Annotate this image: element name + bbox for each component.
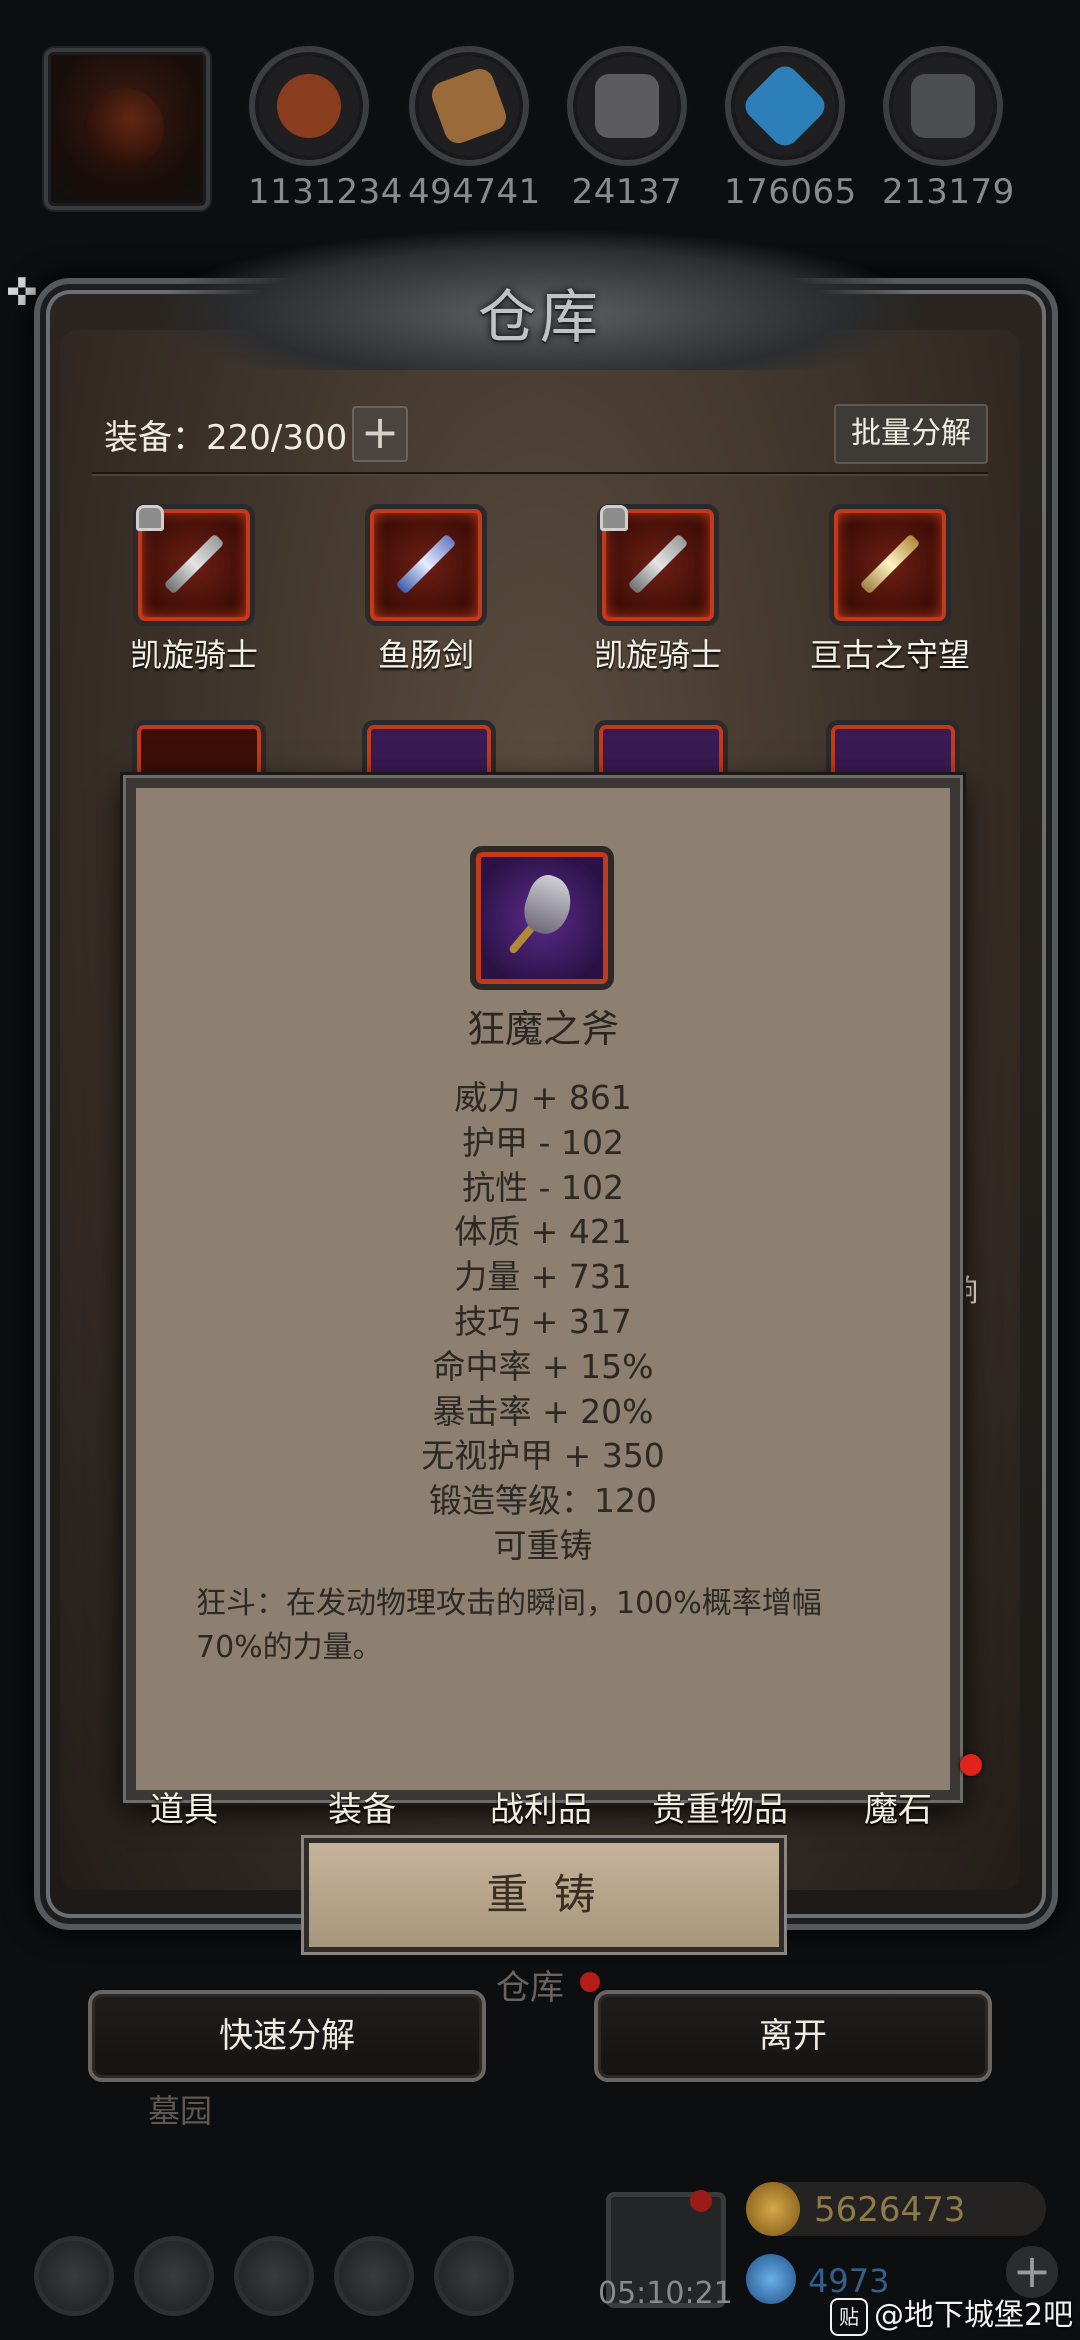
tooltip-description: 狂斗：在发动物理攻击的瞬间，100%概率增幅70%的力量。 xyxy=(196,1586,822,1665)
cemetery-map-label: 墓园 xyxy=(148,2092,213,2130)
leave-button[interactable]: 离开 xyxy=(594,1990,992,2082)
tab-equipment[interactable]: 装备 xyxy=(328,1782,396,1831)
resource-value: 494741 xyxy=(408,172,541,212)
sword-icon xyxy=(133,504,255,626)
horn-avatar-icon xyxy=(84,88,164,168)
tieba-badge-icon: 贴 xyxy=(830,2297,868,2336)
reforge-button[interactable]: 重 铸 xyxy=(301,1835,787,1955)
item-slot[interactable]: 鱼肠剑 xyxy=(310,504,542,676)
building-icon[interactable] xyxy=(234,2236,314,2316)
stat-line: 威力 + 861 xyxy=(454,1078,632,1117)
notification-dot xyxy=(580,1972,600,1992)
resource-stone: 24137 xyxy=(566,46,688,212)
iron-icon xyxy=(883,46,1003,166)
stat-line: 命中率 + 15% xyxy=(432,1346,654,1386)
item-slot[interactable]: 凯旋骑士 xyxy=(542,504,774,676)
resource-wood: 494741 xyxy=(408,46,541,212)
item-name: 凯旋骑士 xyxy=(593,636,722,674)
tab-items[interactable]: 道具 xyxy=(150,1782,218,1831)
wood-icon xyxy=(409,46,529,166)
item-name: 凯旋骑士 xyxy=(129,636,258,674)
item-slot[interactable]: 亘古之守望 xyxy=(774,504,1006,676)
tab-valuables[interactable]: 贵重物品 xyxy=(652,1782,788,1831)
stat-line: 抗性 - 102 xyxy=(462,1167,624,1207)
resource-value: 24137 xyxy=(571,172,683,212)
lock-icon xyxy=(136,505,164,531)
stat-line: 锻造等级：120 xyxy=(429,1481,657,1521)
divider xyxy=(92,472,988,474)
resource-iron: 213179 xyxy=(882,46,1015,212)
gold-value: 5626473 xyxy=(814,2190,966,2230)
skill-icon[interactable] xyxy=(134,2236,214,2316)
item-name: 亘古之守望 xyxy=(809,636,970,674)
stat-line: 力量 + 731 xyxy=(454,1257,632,1297)
expand-capacity-button[interactable]: + xyxy=(352,406,408,462)
sword-icon xyxy=(597,504,719,626)
panel-title: 仓库 xyxy=(477,283,602,351)
gold-coin-icon xyxy=(746,2182,800,2236)
sword-icon xyxy=(365,504,487,626)
resource-crystal: 176065 xyxy=(724,46,857,212)
resource-value: 213179 xyxy=(882,172,1015,212)
stat-line: 可重铸 xyxy=(493,1525,593,1565)
tab-magic-stones[interactable]: 魔石 xyxy=(864,1782,932,1831)
quick-decompose-button[interactable]: 快速分解 xyxy=(88,1990,486,2082)
item-slot[interactable]: 凯旋骑士 xyxy=(78,504,310,676)
notification-dot xyxy=(690,2190,712,2212)
equipment-capacity: 装备：220/300 xyxy=(104,418,348,458)
resource-value: 1131234 xyxy=(248,172,403,212)
warehouse-tabs: 道具 装备 战利品 贵重物品 魔石 xyxy=(92,1782,988,1834)
stat-line: 护甲 - 102 xyxy=(462,1122,624,1162)
batch-decompose-button[interactable]: 批量分解 xyxy=(834,404,988,464)
gem-icon xyxy=(746,2254,796,2304)
notification-dot xyxy=(960,1754,982,1776)
tooltip-item-name: 狂魔之斧 xyxy=(466,1007,619,1051)
resource-value: 176065 xyxy=(724,172,857,212)
settings-icon[interactable] xyxy=(434,2236,514,2316)
stat-line: 技巧 + 317 xyxy=(454,1301,632,1341)
stat-line: 暴击率 + 20% xyxy=(432,1391,654,1431)
tooltip-stats: 威力 + 861 护甲 - 102 抗性 - 102 体质 + 421 力量 +… xyxy=(126,1076,960,1569)
mail-icon[interactable] xyxy=(334,2236,414,2316)
stat-line: 体质 + 421 xyxy=(454,1212,632,1252)
countdown-timer: 05:10:21 xyxy=(598,2276,733,2311)
axe-icon xyxy=(470,846,614,990)
lock-icon xyxy=(600,505,628,531)
meat-icon xyxy=(249,46,369,166)
resource-meat: 1131234 xyxy=(248,46,403,212)
crystal-icon xyxy=(725,46,845,166)
stat-line: 无视护甲 + 350 xyxy=(421,1436,665,1476)
stone-icon xyxy=(567,46,687,166)
player-portrait[interactable] xyxy=(44,48,210,210)
warehouse-map-label: 仓库 xyxy=(496,1968,564,2008)
tab-loot[interactable]: 战利品 xyxy=(490,1782,592,1831)
watermark: 贴 @地下城堡2吧 xyxy=(830,2290,1073,2336)
sword-icon xyxy=(829,504,951,626)
watermark-text: @地下城堡2吧 xyxy=(874,2298,1074,2333)
item-name: 鱼肠剑 xyxy=(377,636,474,674)
menu-icon[interactable] xyxy=(34,2236,114,2316)
